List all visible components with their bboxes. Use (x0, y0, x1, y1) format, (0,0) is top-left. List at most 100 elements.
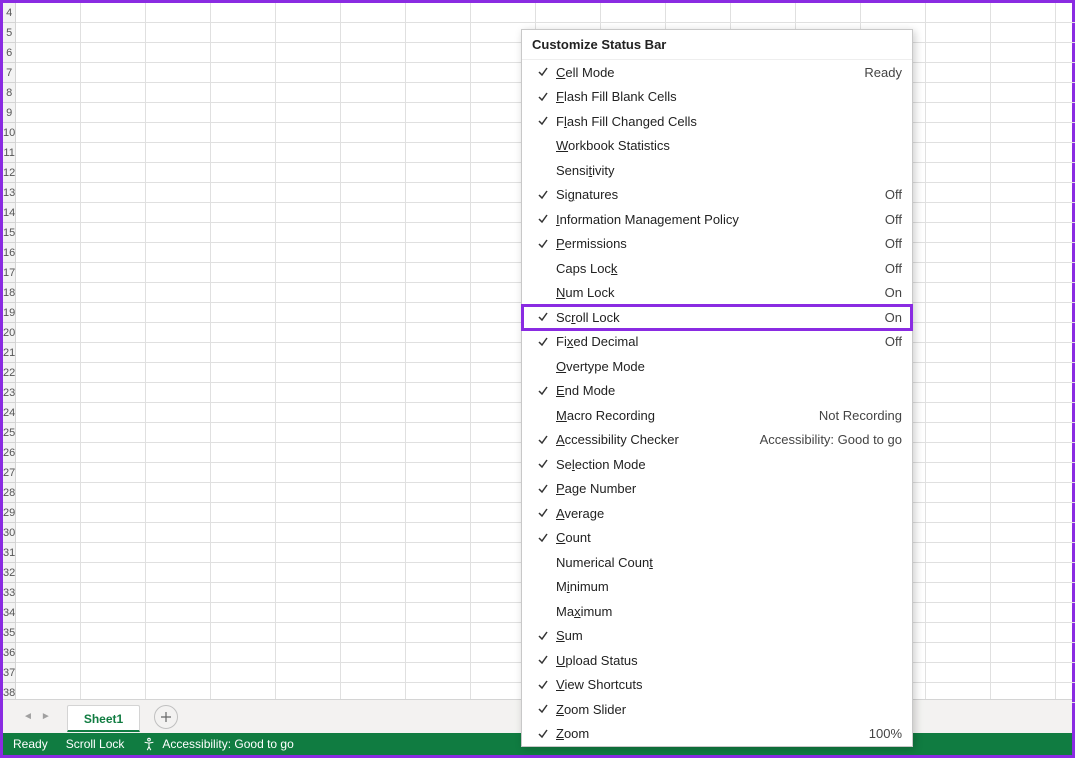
cell[interactable] (991, 323, 1056, 342)
cell[interactable] (341, 3, 406, 22)
cell[interactable] (16, 143, 81, 162)
menu-item[interactable]: Fixed DecimalOff (522, 330, 912, 355)
cell[interactable] (991, 543, 1056, 562)
cell[interactable] (211, 123, 276, 142)
cell[interactable] (211, 383, 276, 402)
cell[interactable] (81, 443, 146, 462)
cell[interactable] (341, 83, 406, 102)
cell[interactable] (926, 363, 991, 382)
cell[interactable] (926, 343, 991, 362)
cell[interactable] (1056, 163, 1075, 182)
cell[interactable] (146, 123, 211, 142)
menu-item[interactable]: Flash Fill Blank Cells (522, 85, 912, 110)
cell[interactable] (211, 183, 276, 202)
cell[interactable] (1056, 623, 1075, 642)
cell[interactable] (991, 363, 1056, 382)
cell[interactable] (81, 663, 146, 682)
cell[interactable] (926, 43, 991, 62)
cell[interactable] (276, 483, 341, 502)
row-header[interactable]: 34 (3, 603, 15, 623)
cell[interactable] (146, 143, 211, 162)
menu-item[interactable]: Workbook Statistics (522, 134, 912, 159)
cell[interactable] (1056, 243, 1075, 262)
cell[interactable] (146, 563, 211, 582)
cell[interactable] (211, 163, 276, 182)
cell[interactable] (16, 243, 81, 262)
cell[interactable] (341, 663, 406, 682)
menu-item[interactable]: Accessibility CheckerAccessibility: Good… (522, 428, 912, 453)
cell[interactable] (406, 163, 471, 182)
cell[interactable] (146, 623, 211, 642)
cell[interactable] (276, 283, 341, 302)
cell[interactable] (81, 563, 146, 582)
cell[interactable] (146, 303, 211, 322)
cell[interactable] (81, 3, 146, 22)
cell[interactable] (991, 83, 1056, 102)
cell[interactable] (926, 3, 991, 22)
row-header[interactable]: 8 (3, 83, 15, 103)
cell[interactable] (1056, 483, 1075, 502)
cell[interactable] (16, 203, 81, 222)
cell[interactable] (211, 523, 276, 542)
cell[interactable] (211, 43, 276, 62)
cell[interactable] (211, 643, 276, 662)
cell[interactable] (341, 563, 406, 582)
cell[interactable] (406, 323, 471, 342)
cell[interactable] (146, 63, 211, 82)
cell[interactable] (991, 123, 1056, 142)
cell[interactable] (16, 663, 81, 682)
row-header[interactable]: 28 (3, 483, 15, 503)
cell[interactable] (276, 243, 341, 262)
row-header[interactable]: 17 (3, 263, 15, 283)
cell[interactable] (81, 403, 146, 422)
menu-item[interactable]: Sensitivity (522, 158, 912, 183)
cell[interactable] (146, 503, 211, 522)
cell[interactable] (1056, 223, 1075, 242)
menu-item[interactable]: Zoom Slider (522, 697, 912, 722)
cell[interactable] (341, 183, 406, 202)
cell[interactable] (276, 363, 341, 382)
cell[interactable] (276, 123, 341, 142)
cell[interactable] (991, 283, 1056, 302)
cell[interactable] (406, 243, 471, 262)
cell[interactable] (926, 443, 991, 462)
cell[interactable] (211, 483, 276, 502)
cell[interactable] (341, 143, 406, 162)
cell[interactable] (991, 523, 1056, 542)
cell[interactable] (16, 463, 81, 482)
menu-item[interactable]: Selection Mode (522, 452, 912, 477)
cell[interactable] (211, 423, 276, 442)
cell[interactable] (926, 23, 991, 42)
cell[interactable] (146, 223, 211, 242)
cell[interactable] (211, 343, 276, 362)
cell[interactable] (991, 163, 1056, 182)
cell[interactable] (81, 163, 146, 182)
cell[interactable] (211, 623, 276, 642)
cell[interactable] (406, 663, 471, 682)
cell[interactable] (991, 343, 1056, 362)
menu-item[interactable]: View Shortcuts (522, 673, 912, 698)
menu-item[interactable]: Minimum (522, 575, 912, 600)
cell[interactable] (1056, 203, 1075, 222)
cell[interactable] (211, 663, 276, 682)
cell[interactable] (406, 283, 471, 302)
cell[interactable] (406, 623, 471, 642)
cell[interactable] (81, 83, 146, 102)
cell[interactable] (276, 643, 341, 662)
cell[interactable] (406, 263, 471, 282)
cell[interactable] (1056, 603, 1075, 622)
cell[interactable] (211, 223, 276, 242)
cell[interactable] (1056, 543, 1075, 562)
cell[interactable] (146, 603, 211, 622)
cell[interactable] (211, 23, 276, 42)
cell[interactable] (406, 583, 471, 602)
cell[interactable] (81, 323, 146, 342)
cell[interactable] (991, 103, 1056, 122)
cell[interactable] (341, 643, 406, 662)
cell[interactable] (406, 483, 471, 502)
cell[interactable] (341, 63, 406, 82)
cell[interactable] (926, 283, 991, 302)
cell[interactable] (81, 243, 146, 262)
cell[interactable] (16, 123, 81, 142)
cell[interactable] (211, 243, 276, 262)
